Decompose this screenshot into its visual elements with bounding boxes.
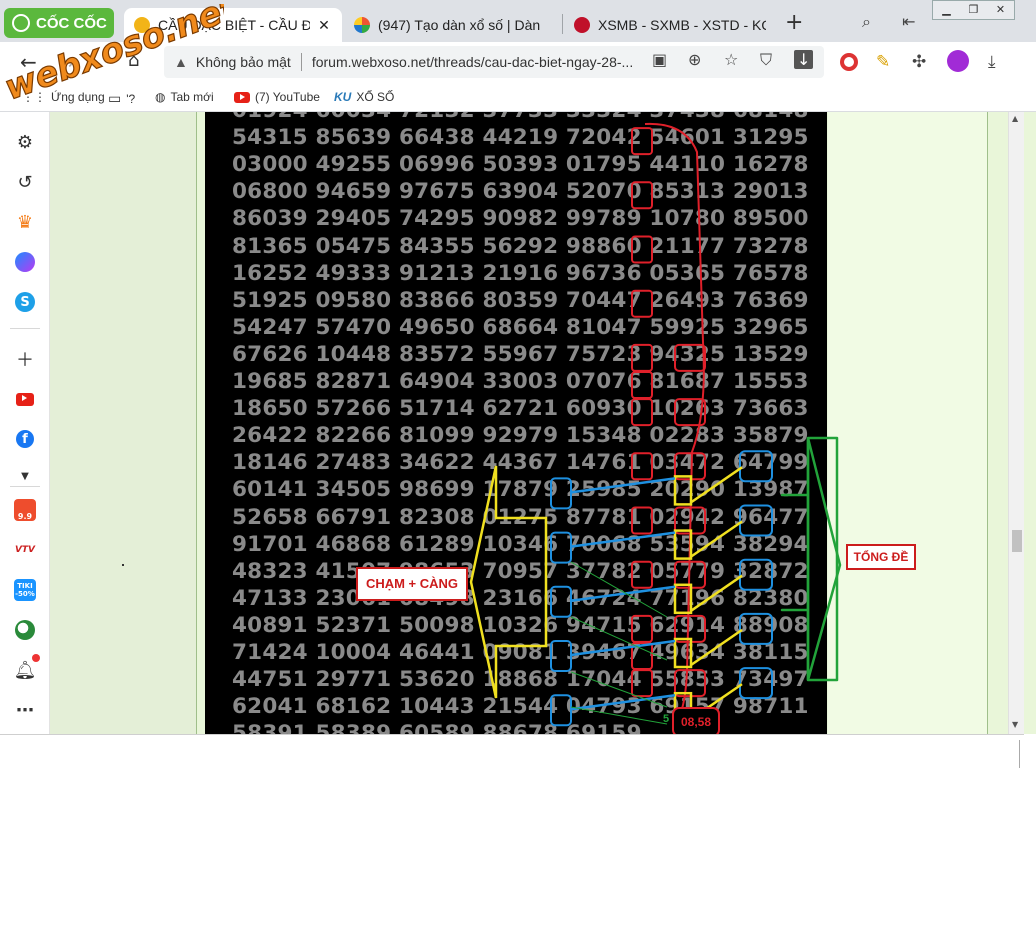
shopee-icon[interactable]: 9.9 [13,498,37,522]
apps-grid-icon: ⋮⋮ [22,90,46,104]
minimize-icon[interactable]: ▁ [933,1,960,19]
tab-3[interactable]: XSMB - SXMB - XSTD - KQ [564,8,776,42]
tab-title: CẦU ĐẶC BIỆT - CẦU ĐẶC BIỆT [158,17,310,33]
ku-logo-icon: KU [334,90,352,104]
chevron-down-icon[interactable]: ▼ [13,464,37,488]
vtv-icon[interactable]: VTV [13,538,37,562]
bookmark-folder[interactable]: ▭ '? [108,90,135,107]
xs-yellow-icon [134,17,150,33]
history-icon[interactable]: ↺ [13,170,37,194]
bookmarks-bar: ⋮⋮ Ứng dụng ▭ '? ◍ Tab mới (7) YouTube K… [0,82,1036,112]
bookmark-xoso[interactable]: KU XỔ SỐ [334,90,394,104]
warning-icon: ▲ [174,54,188,70]
notification-dot [32,654,40,662]
bookmark-label: (7) YouTube [255,90,320,104]
bookmark-label: '? [126,91,136,106]
divider [0,734,1024,735]
facebook-icon[interactable]: f [13,427,37,451]
back-icon[interactable]: ← [20,50,37,74]
tiki-icon[interactable]: TIKI -50% [13,578,37,602]
tab-strip: CỐC CỐC CẦU ĐẶC BIỆT - CẦU ĐẶC BIỆT ✕ (9… [0,0,1036,42]
divider [1019,740,1020,768]
toolbar: ← → ⌂ ▲ Không bảo mật forum.webxoso.net/… [0,42,1036,82]
youtube-icon[interactable] [13,387,37,411]
messenger-icon[interactable] [13,250,37,274]
minimize-tabs-icon[interactable]: ⇤ [902,12,915,31]
browser-window: CỐC CỐC CẦU ĐẶC BIỆT - CẦU ĐẶC BIỆT ✕ (9… [0,0,1036,952]
bookmark-label: Tab mới [170,90,214,104]
downloads-icon[interactable]: ⤓ [988,52,996,72]
window-close-icon[interactable]: ✕ [987,1,1014,19]
bookmark-new-tab[interactable]: ◍ Tab mới [155,90,214,104]
forward-icon[interactable]: → [58,50,75,74]
outer-arrows [469,436,842,699]
plus-icon[interactable]: ＋ [13,347,37,371]
security-label[interactable]: Không bảo mật [196,54,291,70]
gear-icon[interactable]: ⚙ [13,130,37,154]
divider [10,328,40,329]
more-icon[interactable]: ⋯ [13,698,37,722]
coccoc-menu-button[interactable]: CỐC CỐC [4,8,114,38]
pencil-icon[interactable]: ✎ [876,52,890,72]
folder-icon: ▭ [108,90,122,106]
tab-2[interactable]: (947) Tạo dàn xổ số | Dàn [344,8,562,42]
colorful-circle-icon [354,17,370,33]
soccer-icon[interactable] [13,618,37,642]
coccoc-ext-icon[interactable] [840,53,858,71]
window-controls: ▁ ❐ ✕ [932,0,1015,20]
extensions-icon[interactable]: ✣ [912,52,926,72]
bookmark-star-icon[interactable]: ☆ [724,50,738,69]
bookmark-apps[interactable]: ⋮⋮ Ứng dụng [22,90,105,104]
brand-label: CỐC CỐC [36,14,107,32]
bookmark-label: XỔ SỐ [356,90,395,104]
sidebar: ⚙ ↺ ♛ S ＋ f ▼ 9.9 VTV TIKI -50% 🔔︎ ⋯ [0,112,50,734]
shield-icon[interactable]: ⛉ [760,50,772,70]
home-icon[interactable]: ⌂ [128,50,139,71]
bookmark-youtube[interactable]: (7) YouTube [234,90,320,104]
tab-separator [562,14,563,34]
scroll-down-icon[interactable]: ▼ [1012,720,1018,729]
divider [300,53,302,71]
scroll-thumb[interactable] [1012,530,1022,552]
zoom-icon[interactable]: ⊕ [688,50,701,69]
bookmark-label: Ứng dụng [51,90,105,104]
screenshot-icon[interactable]: ▣ [652,50,667,69]
globe-icon: ◍ [155,90,166,104]
scroll-up-icon[interactable]: ▲ [1012,114,1018,123]
skype-icon[interactable]: S [13,290,37,314]
tab-active[interactable]: CẦU ĐẶC BIỆT - CẦU ĐẶC BIỆT ✕ [124,8,342,42]
tab-title: (947) Tạo dàn xổ số | Dàn [378,17,541,33]
tab-title: XSMB - SXMB - XSTD - KQ [598,17,766,33]
avatar[interactable] [947,50,969,72]
youtube-icon [234,91,250,103]
divider [10,486,40,487]
crown-icon[interactable]: ♛ [13,210,37,234]
new-tab-button[interactable]: + [785,10,803,35]
maximize-icon[interactable]: ❐ [960,1,987,19]
tab-search-icon[interactable]: ⌕ [862,12,871,32]
page-content: 01924 60034 72132 37733 33324 37438 6814… [50,112,1036,734]
scrollbar[interactable]: ▲ ▼ [1008,112,1024,734]
url-text[interactable]: forum.webxoso.net/threads/cau-dac-biet-n… [312,54,633,70]
xs-red-icon [574,17,590,33]
download-page-icon[interactable]: ↓ [794,50,814,69]
close-icon[interactable]: ✕ [316,17,332,34]
coccoc-logo-icon [12,14,30,32]
